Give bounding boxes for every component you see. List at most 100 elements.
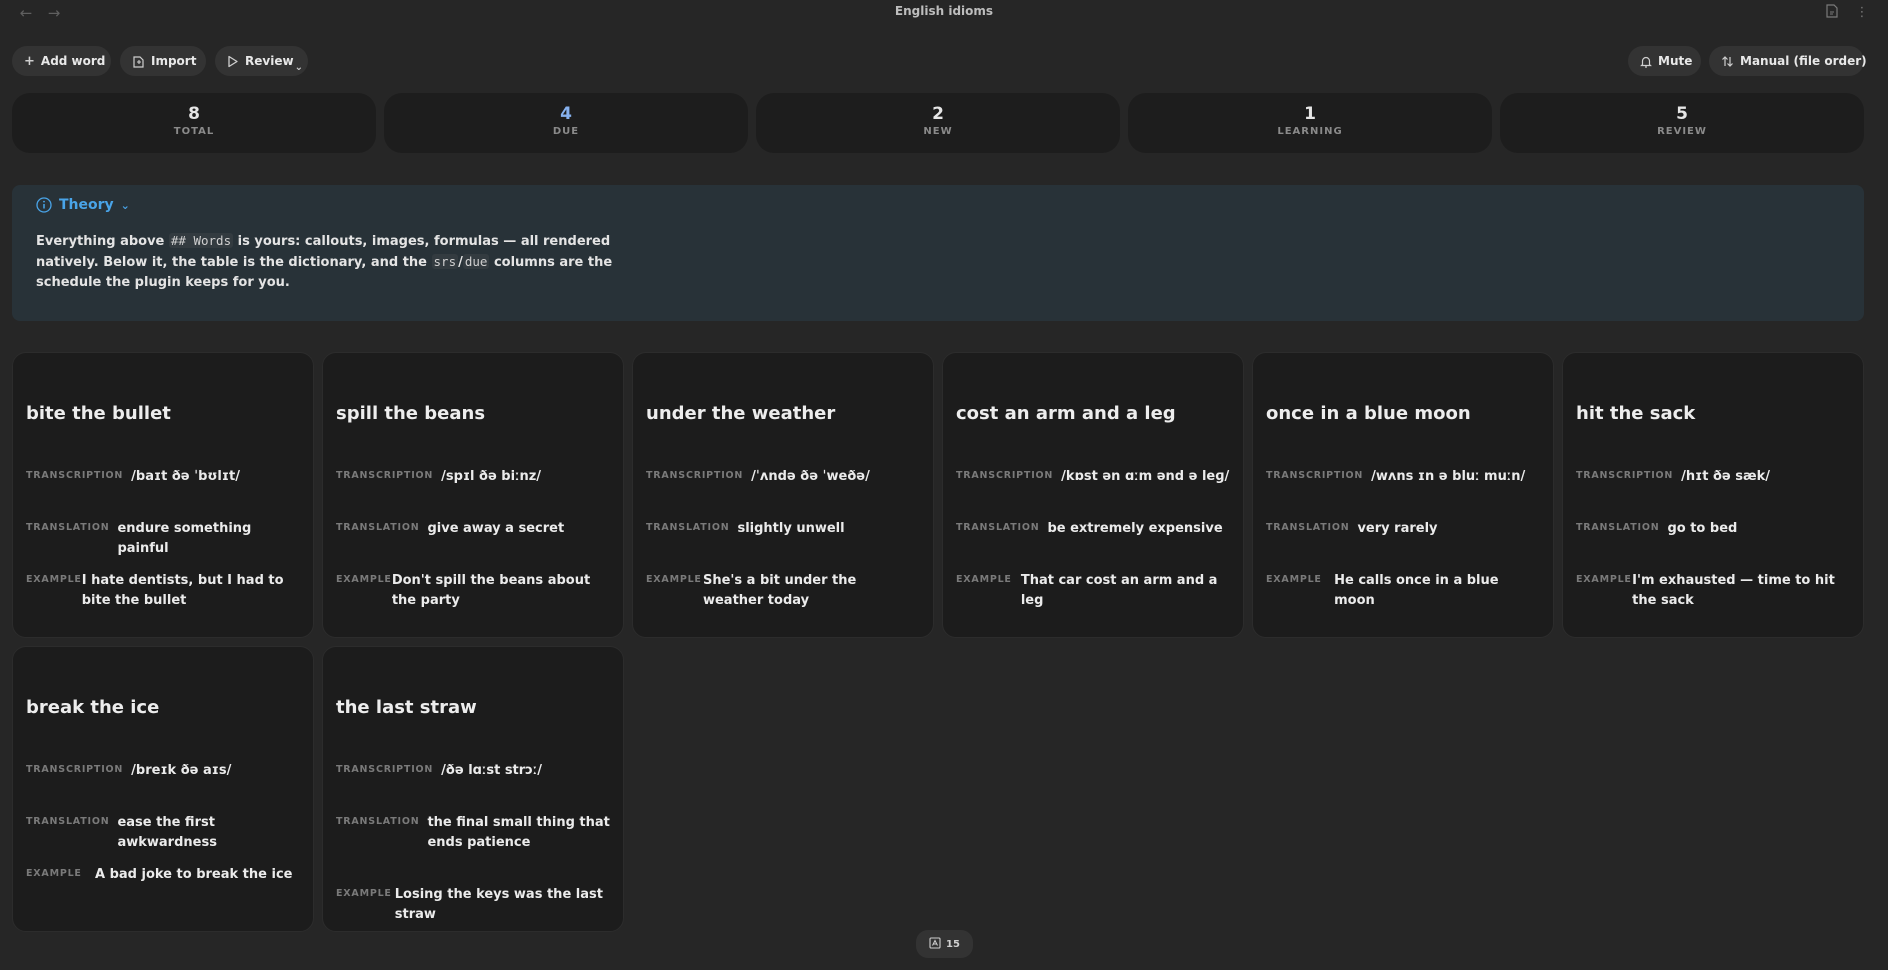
translation-value: ease the first awkwardness [117, 815, 217, 850]
example-value: I'm exhausted — time to hit the sack [1632, 573, 1835, 608]
info-icon [36, 197, 52, 213]
transcription-label: TRANSCRIPTION [26, 470, 124, 481]
translation-label: TRANSLATION [1576, 522, 1660, 533]
word-title: spill the beans [336, 403, 486, 424]
word-title: cost an arm and a leg [956, 403, 1176, 424]
theory-text: Everything above ## Words is yours: call… [36, 231, 616, 293]
transcription-value: /wʌns ɪn ə bluː muːn/ [1371, 469, 1526, 484]
example-value: He calls once in a blue moon [1334, 573, 1499, 608]
stat-label: NEW [923, 126, 953, 137]
transcription-value: /spɪl ðə biːnz/ [441, 469, 542, 484]
import-button[interactable]: Import [120, 46, 206, 76]
translation-label: TRANSLATION [1266, 522, 1350, 533]
example-value: That car cost an arm and a leg [1020, 573, 1218, 608]
word-title: hit the sack [1576, 403, 1696, 424]
add-word-button[interactable]: + Add word [12, 46, 111, 76]
word-title: once in a blue moon [1266, 403, 1471, 424]
transcription-value: /hɪt ðə sæk/ [1681, 469, 1771, 484]
document-icon[interactable] [1823, 4, 1841, 22]
inline-code: due [462, 254, 490, 269]
stat-label: DUE [552, 126, 580, 137]
word-card[interactable]: break the ice TRANSCRIPTION/breɪk ðə aɪs… [12, 646, 314, 932]
translation-label: TRANSLATION [646, 522, 730, 533]
transcription-value: /ˈʌndə ðə ˈweðə/ [751, 469, 870, 484]
example-label: EXAMPLE [1266, 574, 1322, 585]
stat-label: REVIEW [1657, 126, 1707, 137]
example-value: She's a bit under the weather today [702, 573, 857, 608]
transcription-label: TRANSCRIPTION [956, 470, 1054, 481]
example-value: A bad joke to break the ice [95, 867, 293, 882]
stat-total: 8 TOTAL [12, 93, 376, 153]
word-card[interactable]: under the weather TRANSCRIPTION/ˈʌndə ðə… [632, 352, 934, 638]
window-title: English idioms [894, 4, 994, 18]
example-label: EXAMPLE [956, 574, 1012, 585]
theory-text-part: Everything above [36, 234, 169, 249]
review-label: Review [245, 54, 294, 68]
translation-label: TRANSLATION [26, 522, 110, 533]
transcription-value: /ðə lɑːst strɔː/ [441, 763, 543, 778]
word-title: under the weather [646, 403, 836, 424]
example-label: EXAMPLE [26, 574, 82, 585]
translation-value: slightly unwell [737, 521, 845, 536]
transcription-value: /kɒst ən ɑːm ənd ə leɡ/ [1061, 469, 1230, 484]
inline-code: srs [431, 254, 459, 269]
word-card[interactable]: cost an arm and a leg TRANSCRIPTION/kɒst… [942, 352, 1244, 638]
translation-label: TRANSLATION [336, 816, 420, 827]
stat-value: 2 [932, 104, 944, 124]
example-label: EXAMPLE [336, 888, 392, 899]
sort-label: Manual (file order) [1740, 54, 1867, 68]
sort-arrows-icon [1721, 55, 1734, 68]
stat-value: 8 [188, 104, 200, 124]
example-value: Losing the keys was the last straw [394, 887, 603, 922]
example-value: I hate dentists, but I had to bite the b… [81, 573, 284, 608]
inline-code: ## Words [168, 233, 234, 248]
play-icon [227, 55, 239, 68]
stat-review: 5 REVIEW [1500, 93, 1864, 153]
review-button[interactable]: Review ⌄ [215, 46, 308, 76]
example-label: EXAMPLE [646, 574, 702, 585]
stat-label: LEARNING [1277, 126, 1343, 137]
translation-value: be extremely expensive [1047, 521, 1223, 536]
title-bar: ← → English idioms ⋮ [0, 0, 1888, 26]
word-card[interactable]: bite the bullet TRANSCRIPTION/baɪt ðə ˈb… [12, 352, 314, 638]
word-card[interactable]: once in a blue moon TRANSCRIPTION/wʌns ɪ… [1252, 352, 1554, 638]
word-count: 15 [946, 938, 960, 950]
stat-value: 5 [1676, 104, 1688, 124]
example-label: EXAMPLE [1576, 574, 1632, 585]
theory-callout: Theory ⌄ Everything above ## Words is yo… [12, 185, 1864, 321]
transcription-label: TRANSCRIPTION [336, 764, 434, 775]
translation-value: give away a secret [427, 521, 565, 536]
stat-label: TOTAL [173, 126, 215, 137]
word-count-status[interactable]: 15 [916, 930, 973, 958]
sort-order-button[interactable]: Manual (file order) [1709, 46, 1867, 76]
bell-icon [1640, 55, 1652, 68]
count-icon [929, 936, 941, 952]
import-icon [132, 55, 145, 68]
word-title: break the ice [26, 697, 160, 718]
mute-label: Mute [1658, 54, 1693, 68]
word-title: the last straw [336, 697, 477, 718]
example-label: EXAMPLE [336, 574, 392, 585]
transcription-label: TRANSCRIPTION [646, 470, 744, 481]
stat-learning: 1 LEARNING [1128, 93, 1492, 153]
word-card[interactable]: the last straw TRANSCRIPTION/ðə lɑːst st… [322, 646, 624, 932]
translation-label: TRANSLATION [336, 522, 420, 533]
translation-label: TRANSLATION [956, 522, 1040, 533]
chevron-down-icon: ⌄ [120, 198, 130, 212]
add-word-label: Add word [40, 54, 106, 68]
translation-value: go to bed [1667, 521, 1738, 536]
translation-label: TRANSLATION [26, 816, 110, 827]
transcription-value: /breɪk ðə aɪs/ [131, 763, 232, 778]
translation-value: very rarely [1357, 521, 1438, 536]
transcription-label: TRANSCRIPTION [26, 764, 124, 775]
transcription-label: TRANSCRIPTION [1576, 470, 1674, 481]
more-options-icon[interactable]: ⋮ [1853, 4, 1871, 22]
word-title: bite the bullet [26, 403, 171, 424]
theory-toggle[interactable]: Theory ⌄ [36, 197, 130, 213]
word-card[interactable]: hit the sack TRANSCRIPTION/hɪt ðə sæk/ T… [1562, 352, 1864, 638]
translation-value: the final small thing that ends patience [427, 815, 610, 850]
chevron-down-icon[interactable]: ⌄ [295, 62, 303, 73]
mute-button[interactable]: Mute [1628, 46, 1701, 76]
word-card[interactable]: spill the beans TRANSCRIPTION/spɪl ðə bi… [322, 352, 624, 638]
stat-value: 1 [1304, 104, 1316, 124]
